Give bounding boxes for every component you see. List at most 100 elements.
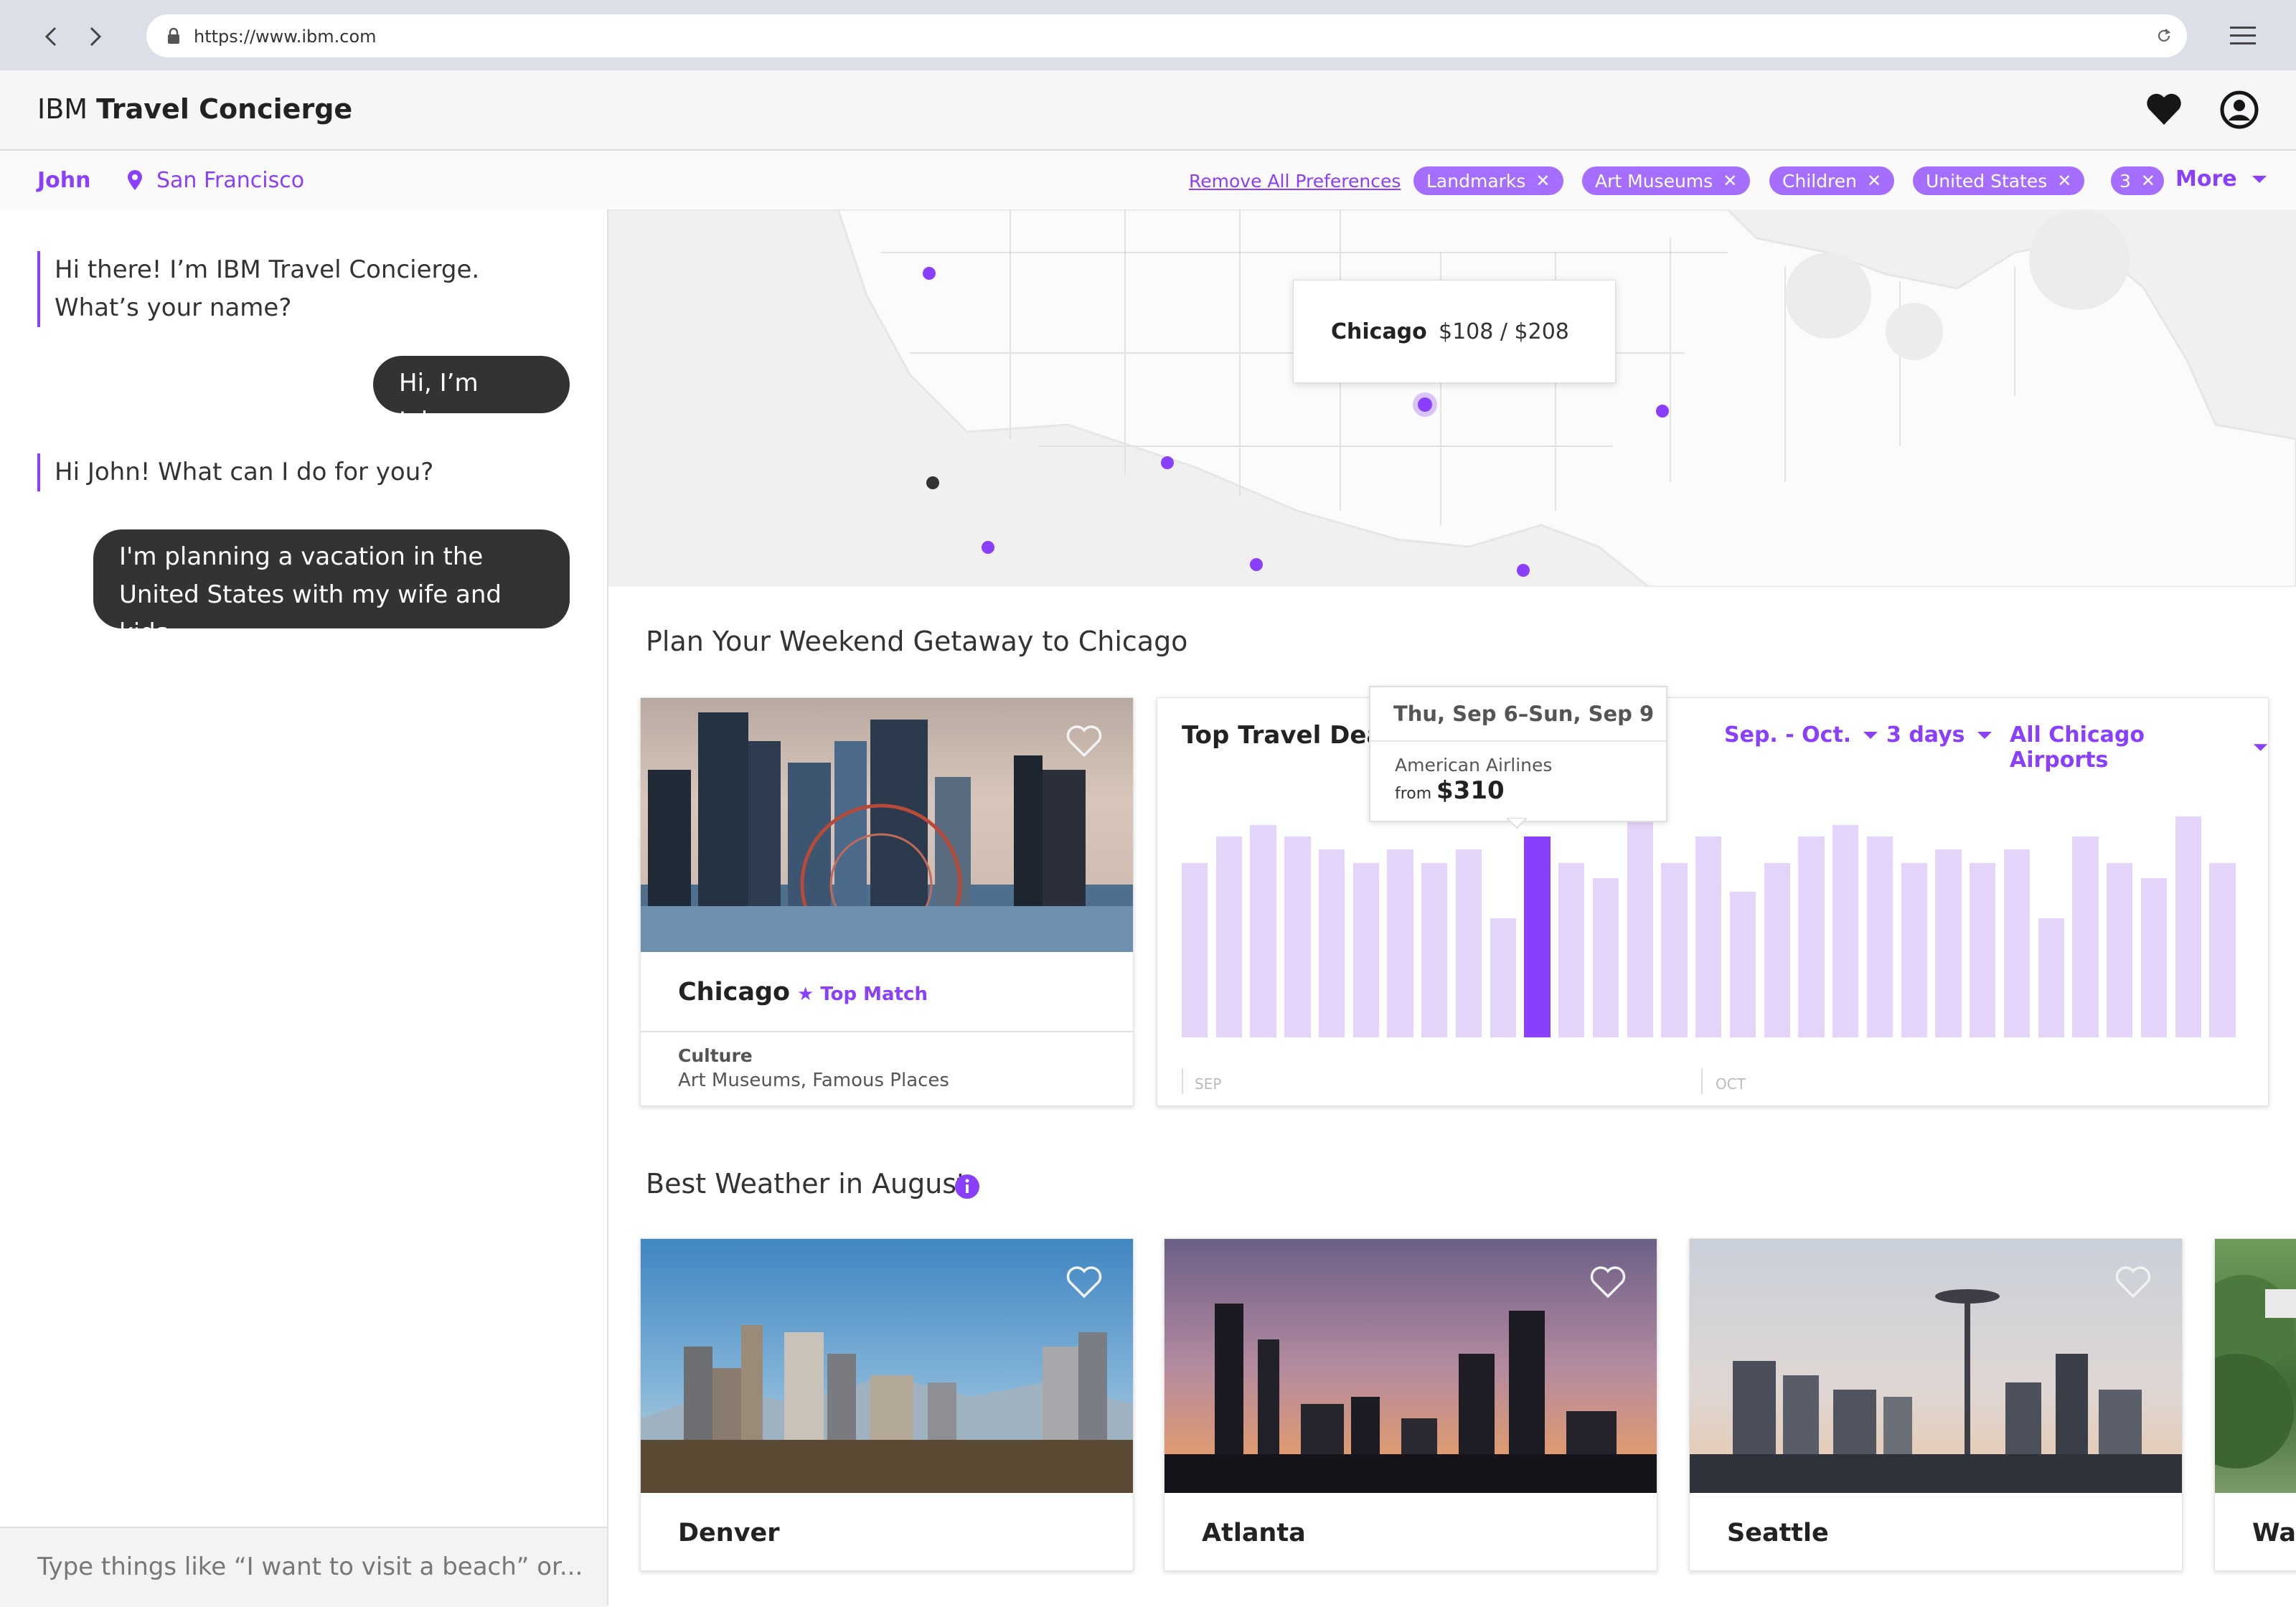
chevron-down-icon <box>1977 731 1992 739</box>
map-tooltip-price: $108 / $208 <box>1439 319 1569 344</box>
deal-bar[interactable] <box>2038 918 2064 1037</box>
address-bar[interactable]: https://www.ibm.com <box>146 14 2187 57</box>
city-name: Chicago <box>678 978 791 1007</box>
preference-chip-children[interactable]: Children ✕ <box>1769 166 1895 195</box>
map-background <box>608 209 2296 587</box>
preference-chip-united-states[interactable]: United States ✕ <box>1913 166 2085 195</box>
map-marker[interactable] <box>982 541 994 554</box>
deal-bar[interactable] <box>1284 836 1311 1037</box>
deal-bar[interactable] <box>1832 825 1859 1037</box>
chat-input[interactable]: Type things like “I want to visit a beac… <box>0 1527 607 1607</box>
deal-bar[interactable] <box>1387 849 1413 1037</box>
washington-image <box>2215 1275 2296 1469</box>
remove-all-preferences-link[interactable]: Remove All Preferences <box>1189 171 1401 192</box>
more-count-chip[interactable]: 3 ✕ <box>2111 166 2165 195</box>
user-location[interactable]: San Francisco <box>156 168 304 193</box>
user-profile-icon[interactable] <box>2220 90 2259 129</box>
card-divider <box>641 1031 1133 1032</box>
back-button[interactable] <box>36 22 66 52</box>
deal-bar[interactable] <box>1558 862 1585 1037</box>
preference-chip-art-museums[interactable]: Art Museums ✕ <box>1582 166 1751 195</box>
deal-bar[interactable] <box>1182 862 1208 1037</box>
lock-icon <box>168 27 179 44</box>
map-marker-current[interactable] <box>926 476 939 489</box>
close-icon[interactable]: ✕ <box>1723 171 1737 191</box>
user-name[interactable]: John <box>37 168 91 193</box>
deal-bar[interactable] <box>1901 862 1927 1037</box>
card-category: Culture <box>678 1045 753 1066</box>
axis-tick-oct <box>1701 1068 1703 1094</box>
deal-bar[interactable] <box>1970 862 1996 1037</box>
city-card-atlanta[interactable]: Atlanta <box>1164 1238 1657 1571</box>
city-name: Denver <box>678 1519 780 1547</box>
deal-bar[interactable] <box>1318 849 1345 1037</box>
map-marker[interactable] <box>1656 405 1669 418</box>
reload-icon[interactable] <box>2155 27 2173 44</box>
deal-bar[interactable] <box>1250 825 1276 1037</box>
deals-bar-chart <box>1182 816 2244 1037</box>
chevron-down-icon <box>1863 731 1878 739</box>
days-filter-dropdown[interactable]: 3 days <box>1886 722 1992 748</box>
map-marker-chicago[interactable] <box>1418 397 1432 412</box>
map-marker[interactable] <box>1161 456 1174 469</box>
deal-bar[interactable] <box>1421 862 1448 1037</box>
deal-bar[interactable] <box>1866 836 1893 1037</box>
more-dropdown[interactable]: More <box>2175 166 2267 192</box>
deal-bar[interactable] <box>2072 836 2099 1037</box>
preference-chip-landmarks[interactable]: Landmarks ✕ <box>1413 166 1563 195</box>
months-filter-dropdown[interactable]: Sep. - Oct. <box>1724 722 1878 748</box>
deal-tooltip-price: $310 <box>1436 776 1505 805</box>
deal-bar[interactable] <box>1935 849 1962 1037</box>
favorite-heart-icon[interactable] <box>2114 1263 2152 1301</box>
deal-bar[interactable] <box>1352 862 1379 1037</box>
deal-bar[interactable] <box>2107 862 2133 1037</box>
close-icon[interactable]: ✕ <box>2057 171 2071 191</box>
chevron-down-icon <box>2253 744 2268 751</box>
city-card-seattle[interactable]: Seattle <box>1689 1238 2183 1571</box>
deal-bar[interactable] <box>1592 878 1619 1037</box>
map-marker[interactable] <box>1517 564 1530 577</box>
airports-filter-dropdown[interactable]: All Chicago Airports <box>2010 722 2268 773</box>
denver-skyline-image <box>641 1325 1133 1493</box>
city-card-denver[interactable]: Denver <box>640 1238 1134 1571</box>
deal-bar[interactable] <box>2140 878 2168 1037</box>
close-icon[interactable]: ✕ <box>1535 171 1550 191</box>
deal-bar[interactable] <box>1627 816 1653 1037</box>
deal-bar[interactable] <box>1661 862 1688 1037</box>
deal-bar[interactable] <box>2209 862 2236 1037</box>
map-marker[interactable] <box>923 267 936 280</box>
deal-bar[interactable] <box>1455 849 1482 1037</box>
url-text: https://www.ibm.com <box>194 27 377 47</box>
deal-bar[interactable] <box>1490 918 1516 1037</box>
favorite-heart-icon[interactable] <box>1589 1263 1627 1301</box>
user-message: I'm planning a vacation in the United St… <box>93 529 570 647</box>
deal-bar[interactable] <box>1798 836 1825 1037</box>
map-marker[interactable] <box>1250 558 1263 571</box>
city-card-washington[interactable]: Was <box>2214 1238 2296 1571</box>
deal-bar[interactable] <box>2003 849 2031 1037</box>
favorite-heart-icon[interactable] <box>1065 722 1103 760</box>
app-brand[interactable]: IBM Travel Concierge <box>37 93 352 125</box>
user-message: Hi, I’m John. <box>373 356 570 435</box>
deal-bar[interactable] <box>1524 836 1551 1037</box>
deal-bar[interactable] <box>2175 816 2201 1037</box>
menu-icon[interactable] <box>2229 24 2257 47</box>
deal-tooltip: Thu, Sep 6–Sun, Sep 9 American Airlines … <box>1369 686 1667 822</box>
close-icon[interactable]: ✕ <box>1867 171 1881 191</box>
map-tooltip: Chicago $108 / $208 <box>1293 280 1616 383</box>
getaway-section-title: Plan Your Weekend Getaway to Chicago <box>646 626 1188 657</box>
deal-bar[interactable] <box>1729 891 1756 1037</box>
deal-bar[interactable] <box>1695 836 1722 1037</box>
city-card-chicago[interactable]: Chicago ★ Top Match Culture Art Museums,… <box>640 697 1134 1106</box>
info-icon[interactable] <box>954 1174 980 1200</box>
favorite-heart-icon[interactable] <box>1065 1263 1103 1301</box>
deal-bar[interactable] <box>1215 836 1243 1037</box>
us-map[interactable]: Chicago $108 / $208 <box>608 209 2296 587</box>
close-icon[interactable]: ✕ <box>2141 171 2155 191</box>
favorites-heart-icon[interactable] <box>2145 92 2183 126</box>
city-name: Was <box>2252 1519 2296 1547</box>
forward-button[interactable] <box>80 22 110 52</box>
deal-bar[interactable] <box>1764 862 1790 1037</box>
top-match-badge: ★ Top Match <box>797 984 928 1005</box>
deal-tooltip-from: from <box>1395 785 1432 803</box>
